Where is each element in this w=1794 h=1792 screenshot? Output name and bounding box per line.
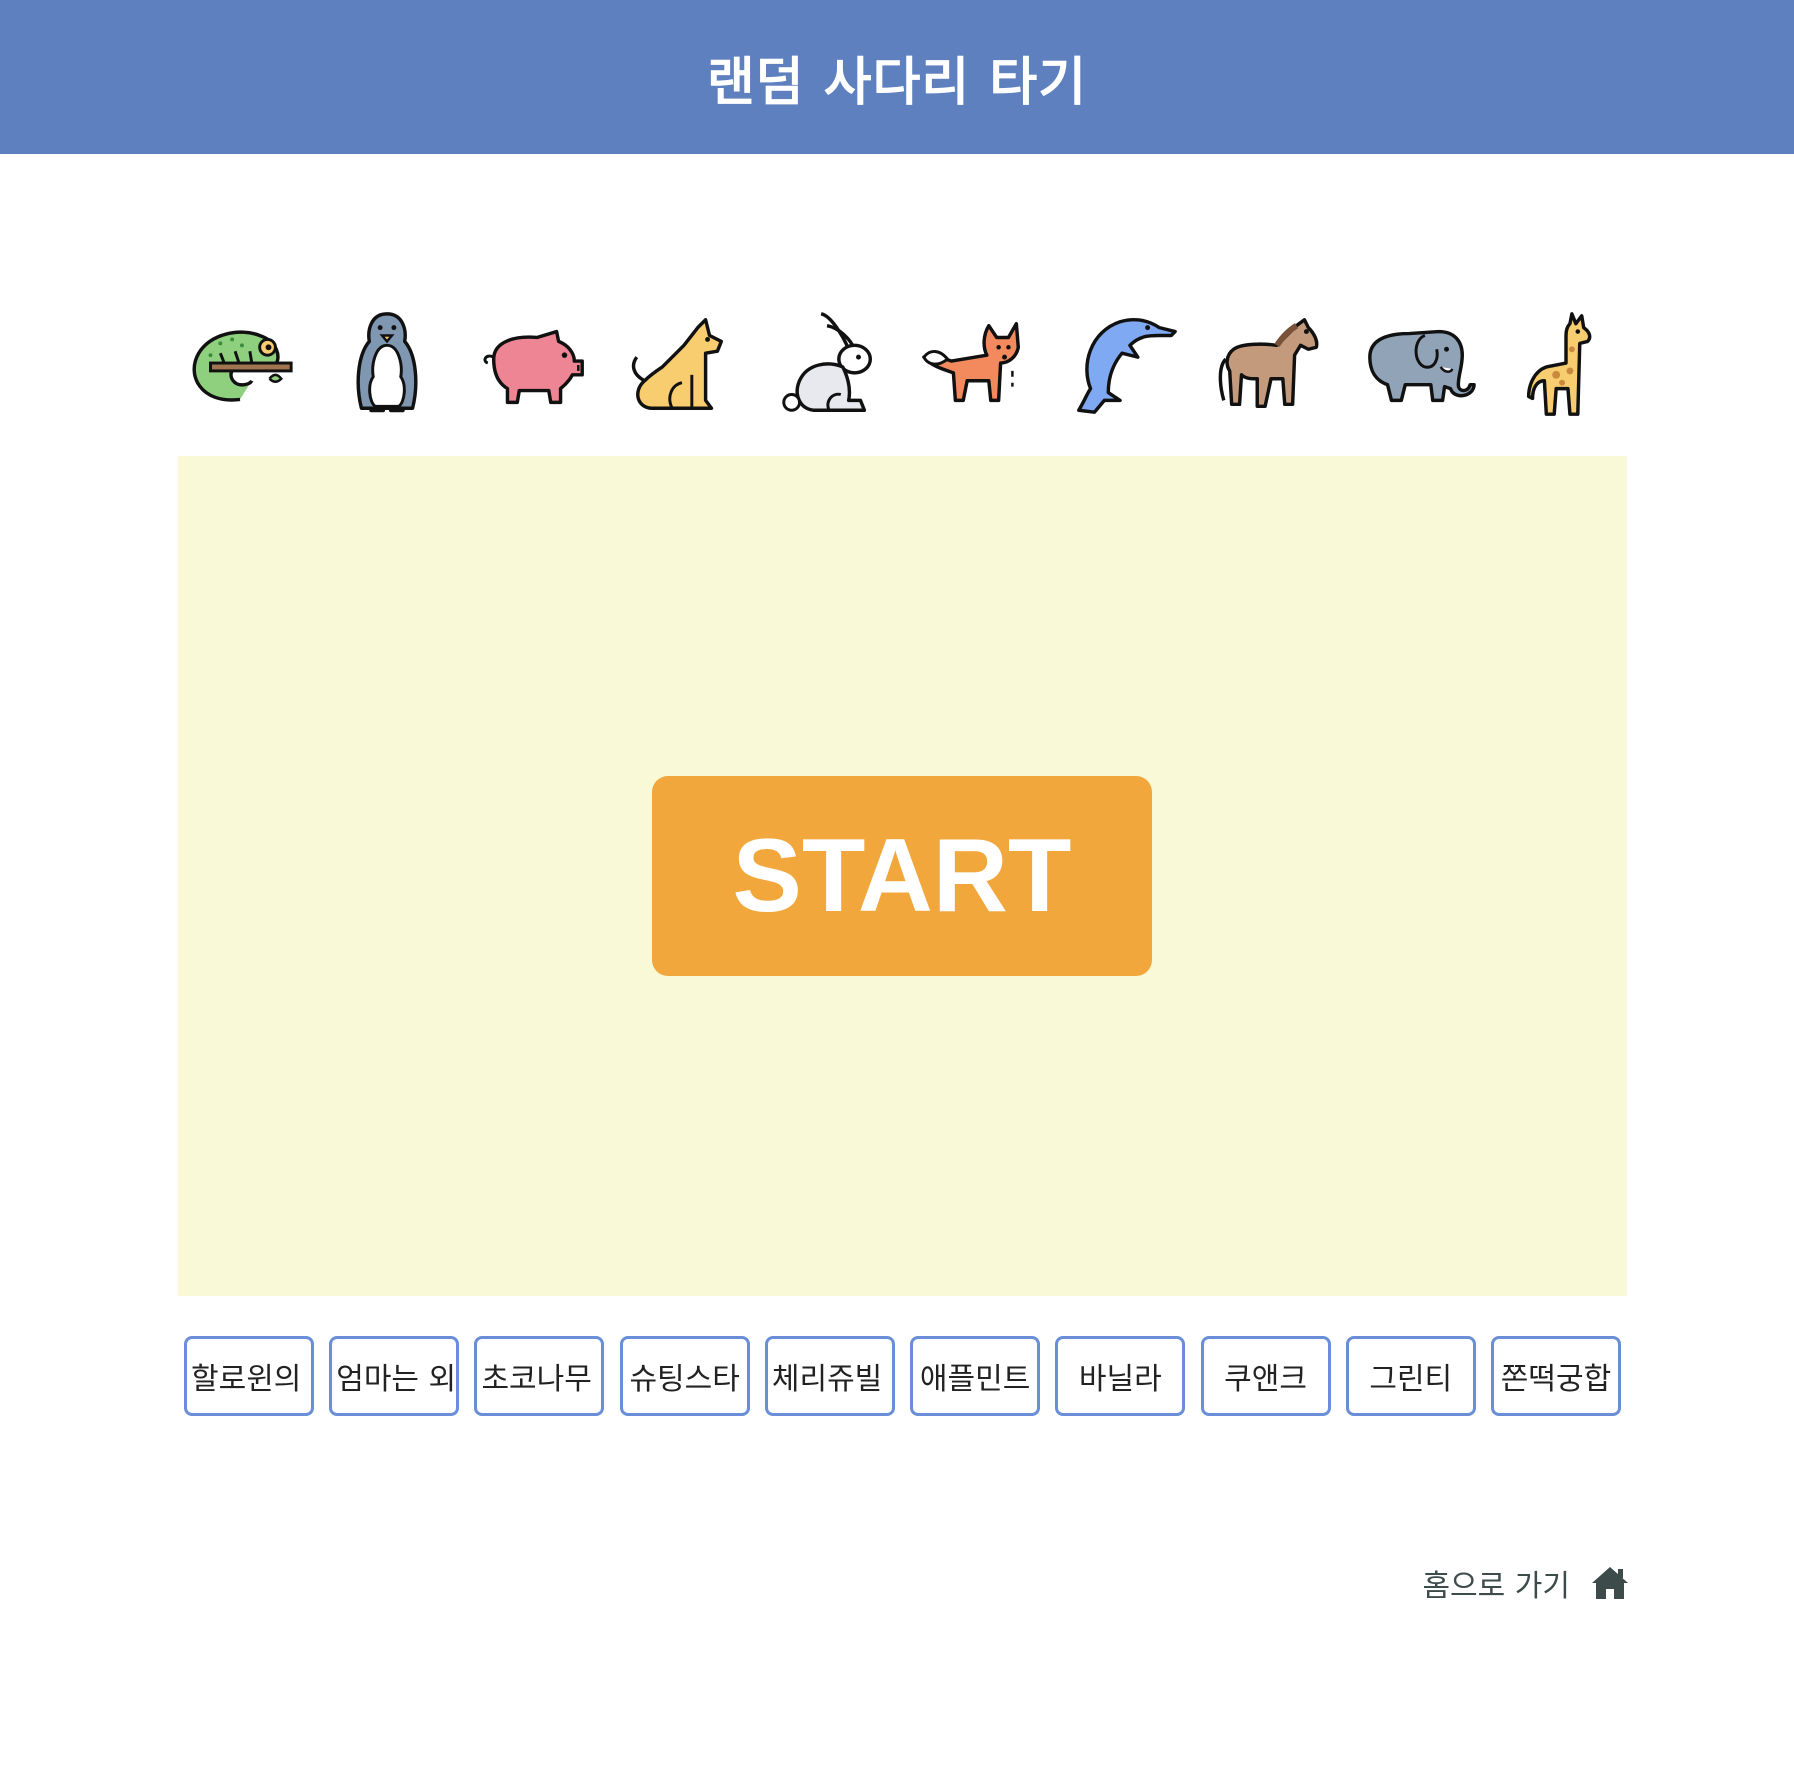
- home-link[interactable]: 홈으로 가기: [1410, 1558, 1630, 1608]
- animal-slot-3[interactable]: [473, 300, 597, 430]
- dolphin-icon: [1077, 318, 1177, 414]
- elephant-icon: [1367, 329, 1476, 403]
- chameleon-icon: [192, 330, 293, 402]
- animal-slot-5[interactable]: [767, 300, 891, 430]
- home-link-label: 홈으로 가기: [1422, 1569, 1570, 1604]
- result-box-2: 엄마는 외: [329, 1336, 460, 1416]
- page-title: 랜덤 사다리 타기: [706, 52, 1088, 113]
- animal-slot-2[interactable]: [325, 300, 449, 430]
- result-row: 할로윈의 엄마는 외 초코나무 슈팅스타 체리쥬빌 애플민트 바닐라 쿠앤크 그…: [184, 1336, 1621, 1416]
- penguin-icon: [356, 312, 418, 413]
- result-box-8: 쿠앤크: [1200, 1336, 1331, 1416]
- home-icon: [1592, 1567, 1628, 1599]
- animal-slot-6[interactable]: [915, 300, 1039, 430]
- header-bar: 랜덤 사다리 타기: [0, 0, 1794, 154]
- animal-slot-4[interactable]: [620, 300, 744, 430]
- result-box-7: 바닐라: [1055, 1336, 1186, 1416]
- result-box-1: 할로윈의: [184, 1336, 314, 1416]
- animal-slot-10[interactable]: [1504, 300, 1628, 430]
- giraffe-icon: [1526, 312, 1592, 416]
- result-box-9: 그린티: [1345, 1336, 1476, 1416]
- result-box-4: 슈팅스타: [619, 1336, 750, 1416]
- dog-icon: [631, 318, 724, 410]
- animal-slot-8[interactable]: [1209, 300, 1333, 430]
- animal-slot-7[interactable]: [1062, 300, 1186, 430]
- horse-icon: [1218, 318, 1319, 409]
- result-box-3: 초코나무: [474, 1336, 605, 1416]
- animal-slot-9[interactable]: [1357, 300, 1481, 430]
- animal-row: [178, 300, 1628, 430]
- result-box-5: 체리쥬빌: [764, 1336, 895, 1416]
- rabbit-icon: [782, 312, 873, 412]
- ladder-board: START: [178, 456, 1627, 1296]
- fox-icon: [921, 321, 1020, 403]
- result-box-10: 쫀떡궁합: [1490, 1336, 1621, 1416]
- pig-icon: [483, 329, 584, 405]
- animal-slot-1[interactable]: [178, 300, 302, 430]
- start-button[interactable]: START: [652, 776, 1152, 976]
- result-box-6: 애플민트: [910, 1336, 1041, 1416]
